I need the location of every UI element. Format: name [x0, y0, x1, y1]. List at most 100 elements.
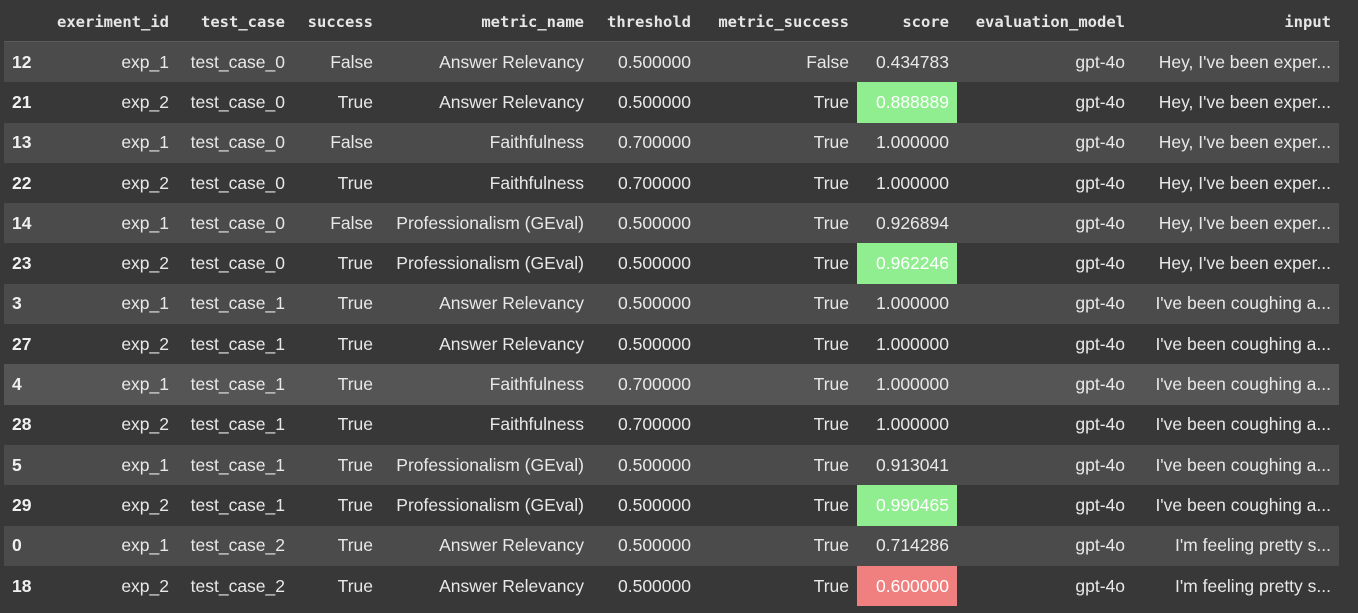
- row-index: 0: [4, 525, 43, 566]
- table-row[interactable]: 14 exp_1 test_case_0 False Professionalism (…: [4, 203, 1339, 244]
- cell-input: I've been coughing a...: [1133, 485, 1339, 526]
- cell-test-case: test_case_1: [177, 283, 293, 325]
- table-row[interactable]: 13 exp_1 test_case_0 False Faithfulness 0.700…: [4, 122, 1339, 163]
- cell-input: Hey, I've been exper...: [1133, 41, 1339, 83]
- cell-test-case: test_case_0: [177, 203, 293, 244]
- cell-metric-name: Professionalism (GEval): [381, 485, 592, 526]
- cell-success: True: [293, 565, 381, 607]
- cell-metric-name: Faithfulness: [381, 162, 592, 204]
- column-header-success[interactable]: success: [293, 2, 381, 42]
- cell-input: Hey, I've been exper...: [1133, 82, 1339, 123]
- cell-success: True: [293, 324, 381, 365]
- cell-metric-name: Answer Relevancy: [381, 525, 592, 566]
- cell-experiment-id: exp_1: [43, 203, 177, 244]
- cell-experiment-id: exp_1: [43, 364, 177, 405]
- cell-metric-success: True: [699, 525, 857, 566]
- cell-metric-name: Answer Relevancy: [381, 82, 592, 123]
- row-index: 23: [4, 243, 43, 284]
- cell-input: Hey, I've been exper...: [1133, 162, 1339, 204]
- cell-threshold: 0.500000: [592, 283, 699, 325]
- cell-test-case: test_case_0: [177, 41, 293, 83]
- column-header-metric-success[interactable]: metric_success: [699, 2, 857, 42]
- cell-score: 0.962246: [857, 243, 957, 284]
- cell-metric-success: True: [699, 485, 857, 526]
- cell-metric-name: Answer Relevancy: [381, 283, 592, 325]
- cell-metric-name: Faithfulness: [381, 364, 592, 405]
- cell-input: I've been coughing a...: [1133, 364, 1339, 405]
- cell-metric-name: Professionalism (GEval): [381, 444, 592, 486]
- cell-experiment-id: exp_2: [43, 404, 177, 445]
- column-header-test-case[interactable]: test_case: [177, 2, 293, 42]
- row-index: 13: [4, 122, 43, 163]
- cell-metric-success: True: [699, 404, 857, 445]
- cell-score: 1.000000: [857, 162, 957, 204]
- cell-evaluation-model: gpt-4o: [957, 162, 1133, 204]
- row-index: 3: [4, 283, 43, 325]
- cell-metric-name: Answer Relevancy: [381, 565, 592, 607]
- cell-score: 0.714286: [857, 525, 957, 566]
- table-row[interactable]: 5 exp_1 test_case_1 True Professionalism (GE…: [4, 444, 1339, 486]
- table-row[interactable]: 27 exp_2 test_case_1 True Answer Relevancy 0.…: [4, 324, 1339, 365]
- cell-threshold: 0.500000: [592, 525, 699, 566]
- cell-success: True: [293, 444, 381, 486]
- column-header-input[interactable]: input: [1133, 2, 1339, 42]
- cell-evaluation-model: gpt-4o: [957, 324, 1133, 365]
- table-row[interactable]: 18 exp_2 test_case_2 True Answer Relevancy 0.…: [4, 565, 1339, 607]
- table-row[interactable]: 28 exp_2 test_case_1 True Faithfulness 0.7000…: [4, 404, 1339, 445]
- cell-metric-name: Professionalism (GEval): [381, 203, 592, 244]
- cell-threshold: 0.700000: [592, 122, 699, 163]
- column-header-exeriment-id[interactable]: exeriment_id: [43, 2, 177, 42]
- header-row: exeriment_id test_case success metric_na…: [4, 2, 1339, 42]
- cell-metric-success: True: [699, 82, 857, 123]
- table-row[interactable]: 22 exp_2 test_case_0 True Faithfulness 0.7000…: [4, 162, 1339, 204]
- cell-experiment-id: exp_1: [43, 525, 177, 566]
- cell-success: False: [293, 41, 381, 83]
- cell-threshold: 0.500000: [592, 203, 699, 244]
- cell-threshold: 0.500000: [592, 41, 699, 83]
- cell-metric-name: Answer Relevancy: [381, 324, 592, 365]
- cell-experiment-id: exp_1: [43, 41, 177, 83]
- cell-test-case: test_case_1: [177, 404, 293, 445]
- column-header-metric-name[interactable]: metric_name: [381, 2, 592, 42]
- table-row[interactable]: 12 exp_1 test_case_0 False Answer Relevancy 0…: [4, 41, 1339, 83]
- table-row[interactable]: 21 exp_2 test_case_0 True Answer Relevancy 0.…: [4, 82, 1339, 123]
- column-header-score[interactable]: score: [857, 2, 957, 42]
- table-row[interactable]: 29 exp_2 test_case_1 True Professionalism (G…: [4, 485, 1339, 526]
- cell-input: Hey, I've been exper...: [1133, 203, 1339, 244]
- row-index: 22: [4, 162, 43, 204]
- cell-evaluation-model: gpt-4o: [957, 203, 1133, 244]
- column-header-threshold[interactable]: threshold: [592, 2, 699, 42]
- results-table: exeriment_id test_case success metric_na…: [4, 2, 1339, 607]
- cell-threshold: 0.500000: [592, 444, 699, 486]
- cell-experiment-id: exp_1: [43, 444, 177, 486]
- cell-test-case: test_case_0: [177, 82, 293, 123]
- cell-metric-name: Faithfulness: [381, 122, 592, 163]
- cell-evaluation-model: gpt-4o: [957, 82, 1133, 123]
- table-row[interactable]: 4 exp_1 test_case_1 True Faithfulness 0.70000…: [4, 364, 1339, 405]
- cell-threshold: 0.700000: [592, 404, 699, 445]
- row-index: 28: [4, 404, 43, 445]
- cell-success: True: [293, 243, 381, 284]
- cell-evaluation-model: gpt-4o: [957, 525, 1133, 566]
- cell-success: True: [293, 485, 381, 526]
- row-index: 18: [4, 565, 43, 607]
- cell-score: 1.000000: [857, 324, 957, 365]
- cell-evaluation-model: gpt-4o: [957, 404, 1133, 445]
- cell-test-case: test_case_1: [177, 444, 293, 486]
- table-row[interactable]: 0 exp_1 test_case_2 True Answer Relevancy 0.5…: [4, 525, 1339, 566]
- cell-input: I've been coughing a...: [1133, 404, 1339, 445]
- cell-evaluation-model: gpt-4o: [957, 283, 1133, 325]
- row-index: 4: [4, 364, 43, 405]
- cell-input: Hey, I've been exper...: [1133, 243, 1339, 284]
- cell-metric-success: True: [699, 364, 857, 405]
- cell-experiment-id: exp_2: [43, 565, 177, 607]
- cell-evaluation-model: gpt-4o: [957, 565, 1133, 607]
- dataframe-output: exeriment_id test_case success metric_na…: [0, 0, 1358, 613]
- table-row[interactable]: 3 exp_1 test_case_1 True Answer Relevancy 0.5…: [4, 283, 1339, 325]
- cell-test-case: test_case_1: [177, 324, 293, 365]
- row-index: 14: [4, 203, 43, 244]
- column-header-evaluation-model[interactable]: evaluation_model: [957, 2, 1133, 42]
- cell-score: 1.000000: [857, 404, 957, 445]
- table-row[interactable]: 23 exp_2 test_case_0 True Professionalism (G…: [4, 243, 1339, 284]
- cell-test-case: test_case_0: [177, 243, 293, 284]
